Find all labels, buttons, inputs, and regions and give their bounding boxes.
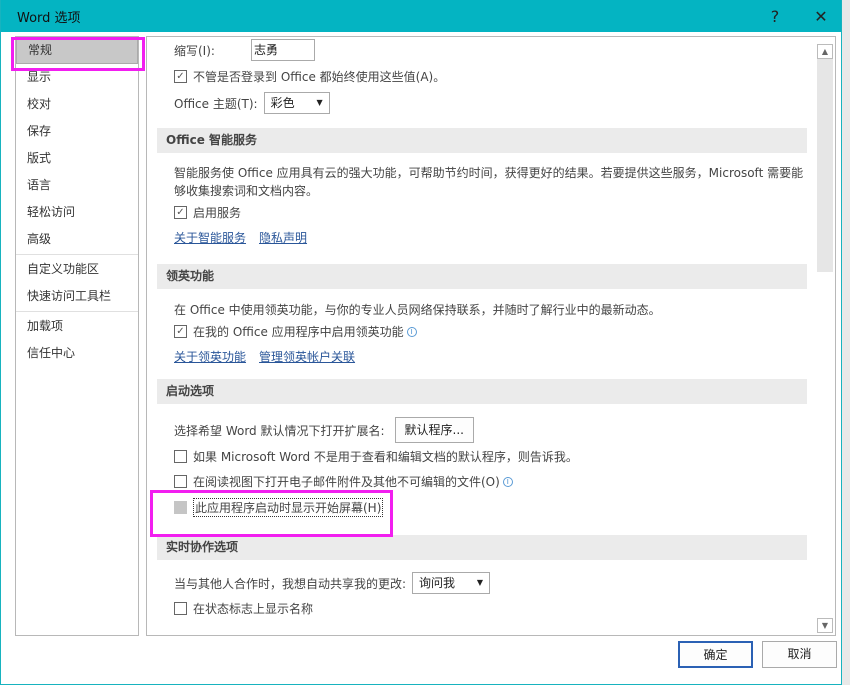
theme-value: 彩色 — [270, 96, 295, 110]
highlight-box — [150, 490, 393, 537]
sidebar-item-proofing[interactable]: 校对 — [16, 91, 138, 118]
share-row: 当与其他人合作时，我想自动共享我的更改: 询问我 ▼ — [174, 572, 491, 594]
share-label: 当与其他人合作时，我想自动共享我的更改: — [174, 576, 407, 591]
initials-label: 缩写(I): — [174, 43, 215, 58]
ok-button[interactable]: 确定 — [678, 641, 753, 668]
scrollbar[interactable]: ▲ ▼ — [817, 38, 834, 634]
options-panel: 缩写(I): 志勇 ✓ 不管是否登录到 Office 都始终使用这些值(A)。 … — [146, 36, 836, 636]
checkbox-unchecked[interactable] — [174, 602, 187, 615]
sidebar-item-save[interactable]: 保存 — [16, 118, 138, 145]
scroll-down-icon[interactable]: ▼ — [817, 618, 833, 633]
word-options-dialog: Word 选项 ? ✕ 常规 显示 校对 保存 版式 语言 轻松访问 高级 自定… — [0, 0, 842, 685]
default-ext-label: 选择希望 Word 默认情况下打开扩展名: — [174, 423, 385, 438]
sidebar-item-layout[interactable]: 版式 — [16, 145, 138, 172]
title-bar: Word 选项 ? ✕ — [1, 0, 841, 32]
linkedin-links: 关于领英功能 管理领英帐户关联 — [174, 348, 368, 365]
section-header: 启动选项 — [157, 379, 807, 404]
sidebar-item-accessibility[interactable]: 轻松访问 — [16, 199, 138, 226]
linkedin-enable-label: 在我的 Office 应用程序中启用领英功能 — [193, 325, 404, 339]
section-header: Office 智能服务 — [157, 128, 807, 153]
sidebar-item-addins[interactable]: 加载项 — [16, 313, 138, 340]
sidebar-item-language[interactable]: 语言 — [16, 172, 138, 199]
enable-services-label: 启用服务 — [193, 206, 242, 220]
show-names-row[interactable]: 在状态标志上显示名称 — [174, 600, 313, 617]
share-value: 询问我 — [419, 576, 456, 590]
checkbox-checked[interactable]: ✓ — [174, 325, 187, 338]
linkedin-enable-row[interactable]: ✓ 在我的 Office 应用程序中启用领英功能 i — [174, 323, 417, 340]
manage-linkedin-link[interactable]: 管理领英帐户关联 — [259, 348, 355, 365]
intelligent-links: 关于智能服务 隐私声明 — [174, 229, 320, 246]
intelligent-desc: 智能服务使 Office 应用具有云的强大功能，可帮助节约时间，获得更好的结果。… — [174, 166, 804, 180]
theme-row: Office 主题(T): 彩色 ▼ — [174, 92, 330, 114]
show-names-label: 在状态标志上显示名称 — [193, 602, 314, 616]
help-button[interactable]: ? — [755, 0, 795, 32]
default-programs-button[interactable]: 默认程序... — [394, 417, 474, 443]
dialog-title: Word 选项 — [17, 10, 81, 26]
tell-me-label: 如果 Microsoft Word 不是用于查看和编辑文档的默认程序，则告诉我。 — [193, 450, 578, 464]
initials-row: 缩写(I): 志勇 — [174, 39, 315, 61]
section-header: 领英功能 — [157, 264, 807, 289]
scrollbar-thumb[interactable] — [817, 59, 833, 272]
tell-me-row[interactable]: 如果 Microsoft Word 不是用于查看和编辑文档的默认程序，则告诉我。 — [174, 448, 578, 465]
divider — [16, 254, 138, 255]
highlight-box — [11, 37, 145, 71]
default-ext-row: 选择希望 Word 默认情况下打开扩展名: 默认程序... — [174, 417, 474, 443]
info-icon[interactable]: i — [406, 326, 417, 337]
linkedin-desc: 在 Office 中使用领英功能，与你的专业人员网络保持联系，并随时了解行业中的… — [174, 303, 661, 317]
sidebar-item-advanced[interactable]: 高级 — [16, 226, 138, 253]
divider — [16, 311, 138, 312]
sidebar-item-customize-ribbon[interactable]: 自定义功能区 — [16, 256, 138, 283]
about-linkedin-link[interactable]: 关于领英功能 — [174, 348, 246, 365]
scroll-up-icon[interactable]: ▲ — [817, 44, 833, 59]
sidebar-item-quick-access[interactable]: 快速访问工具栏 — [16, 283, 138, 310]
reading-view-row[interactable]: 在阅读视图下打开电子邮件附件及其他不可编辑的文件(O) i — [174, 473, 513, 490]
theme-label: Office 主题(T): — [174, 96, 258, 111]
section-header: 实时协作选项 — [157, 535, 807, 560]
chevron-down-icon: ▼ — [476, 578, 484, 587]
checkbox-checked[interactable]: ✓ — [174, 70, 187, 83]
always-use-row[interactable]: ✓ 不管是否登录到 Office 都始终使用这些值(A)。 — [174, 68, 445, 85]
reading-view-label: 在阅读视图下打开电子邮件附件及其他不可编辑的文件(O) — [193, 475, 500, 489]
share-select[interactable]: 询问我 ▼ — [412, 572, 491, 594]
privacy-link[interactable]: 隐私声明 — [259, 229, 307, 246]
enable-services-row[interactable]: ✓ 启用服务 — [174, 204, 241, 221]
sidebar-item-trust-center[interactable]: 信任中心 — [16, 340, 138, 367]
initials-input[interactable]: 志勇 — [250, 39, 315, 61]
about-intelligent-link[interactable]: 关于智能服务 — [174, 229, 246, 246]
sidebar: 常规 显示 校对 保存 版式 语言 轻松访问 高级 自定义功能区 快速访问工具栏… — [15, 36, 139, 636]
theme-select[interactable]: 彩色 ▼ — [263, 92, 330, 114]
checkbox-unchecked[interactable] — [174, 475, 187, 488]
chevron-down-icon: ▼ — [316, 98, 323, 107]
info-icon[interactable]: i — [502, 476, 513, 487]
checkbox-checked[interactable]: ✓ — [174, 206, 187, 219]
intelligent-desc-2: 够收集搜索词和文档内容。 — [174, 184, 319, 198]
always-use-label: 不管是否登录到 Office 都始终使用这些值(A)。 — [193, 70, 446, 84]
cancel-button[interactable]: 取消 — [762, 641, 837, 668]
checkbox-unchecked[interactable] — [174, 450, 187, 463]
close-button[interactable]: ✕ — [801, 0, 841, 32]
